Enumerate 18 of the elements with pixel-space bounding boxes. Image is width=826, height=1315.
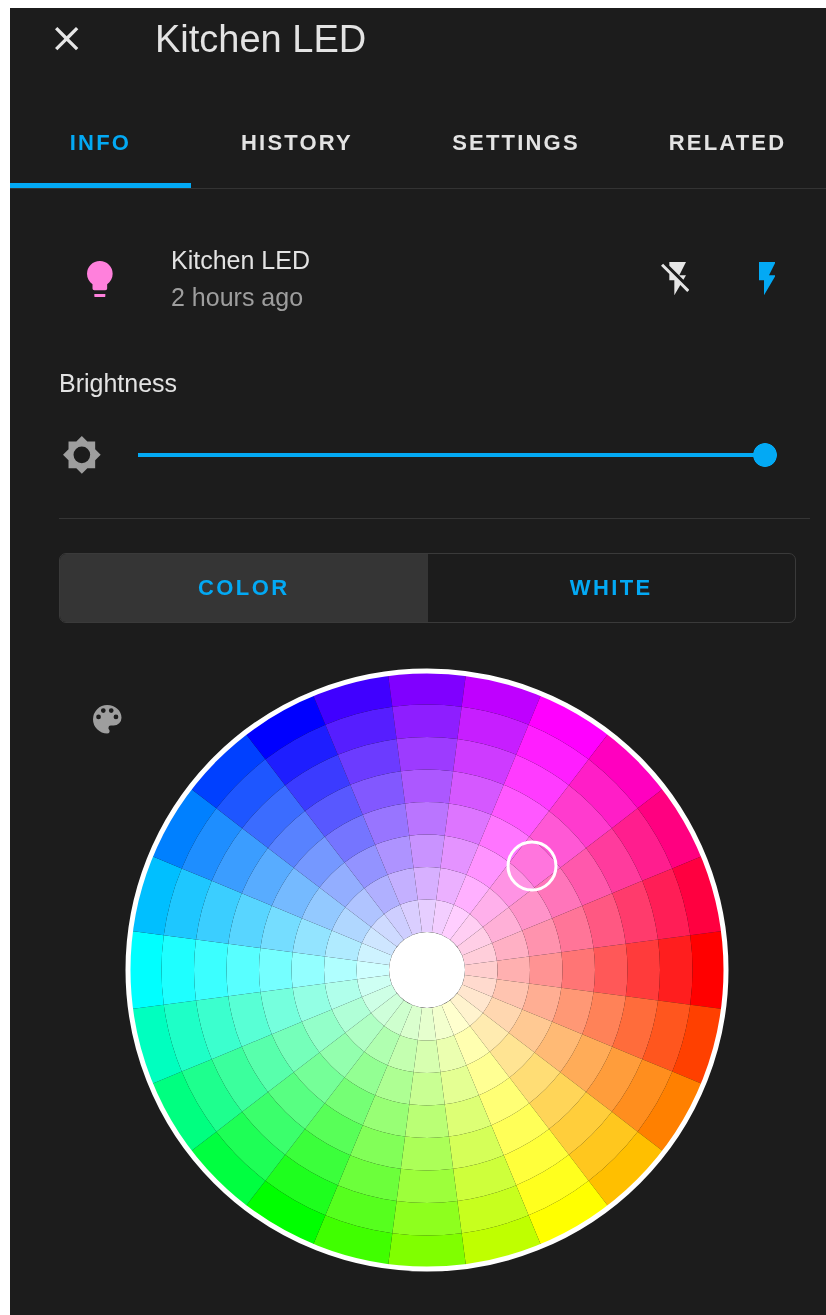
last-changed-text: 2 hours ago [171, 283, 305, 312]
lightbulb-icon [87, 260, 113, 298]
flash-icon [758, 262, 776, 296]
tab[interactable]: RELATED [629, 98, 826, 188]
mode-toggle[interactable]: WHITE [427, 554, 795, 622]
tab[interactable]: HISTORY [191, 98, 403, 188]
close-icon [55, 27, 79, 51]
brightness-label: Brightness [59, 368, 179, 398]
color-wheel[interactable] [125, 668, 728, 1272]
mode-toggle[interactable]: COLOR [60, 554, 428, 622]
color-picker-handle[interactable] [506, 840, 557, 892]
brightness-icon [63, 436, 101, 474]
entity-name: Kitchen LED [171, 246, 311, 275]
tab[interactable]: INFO [10, 98, 191, 188]
dialog-title: Kitchen LED [155, 17, 367, 61]
flash-off-icon [660, 262, 690, 296]
palette-icon [93, 705, 122, 734]
tab[interactable]: SETTINGS [403, 98, 629, 188]
